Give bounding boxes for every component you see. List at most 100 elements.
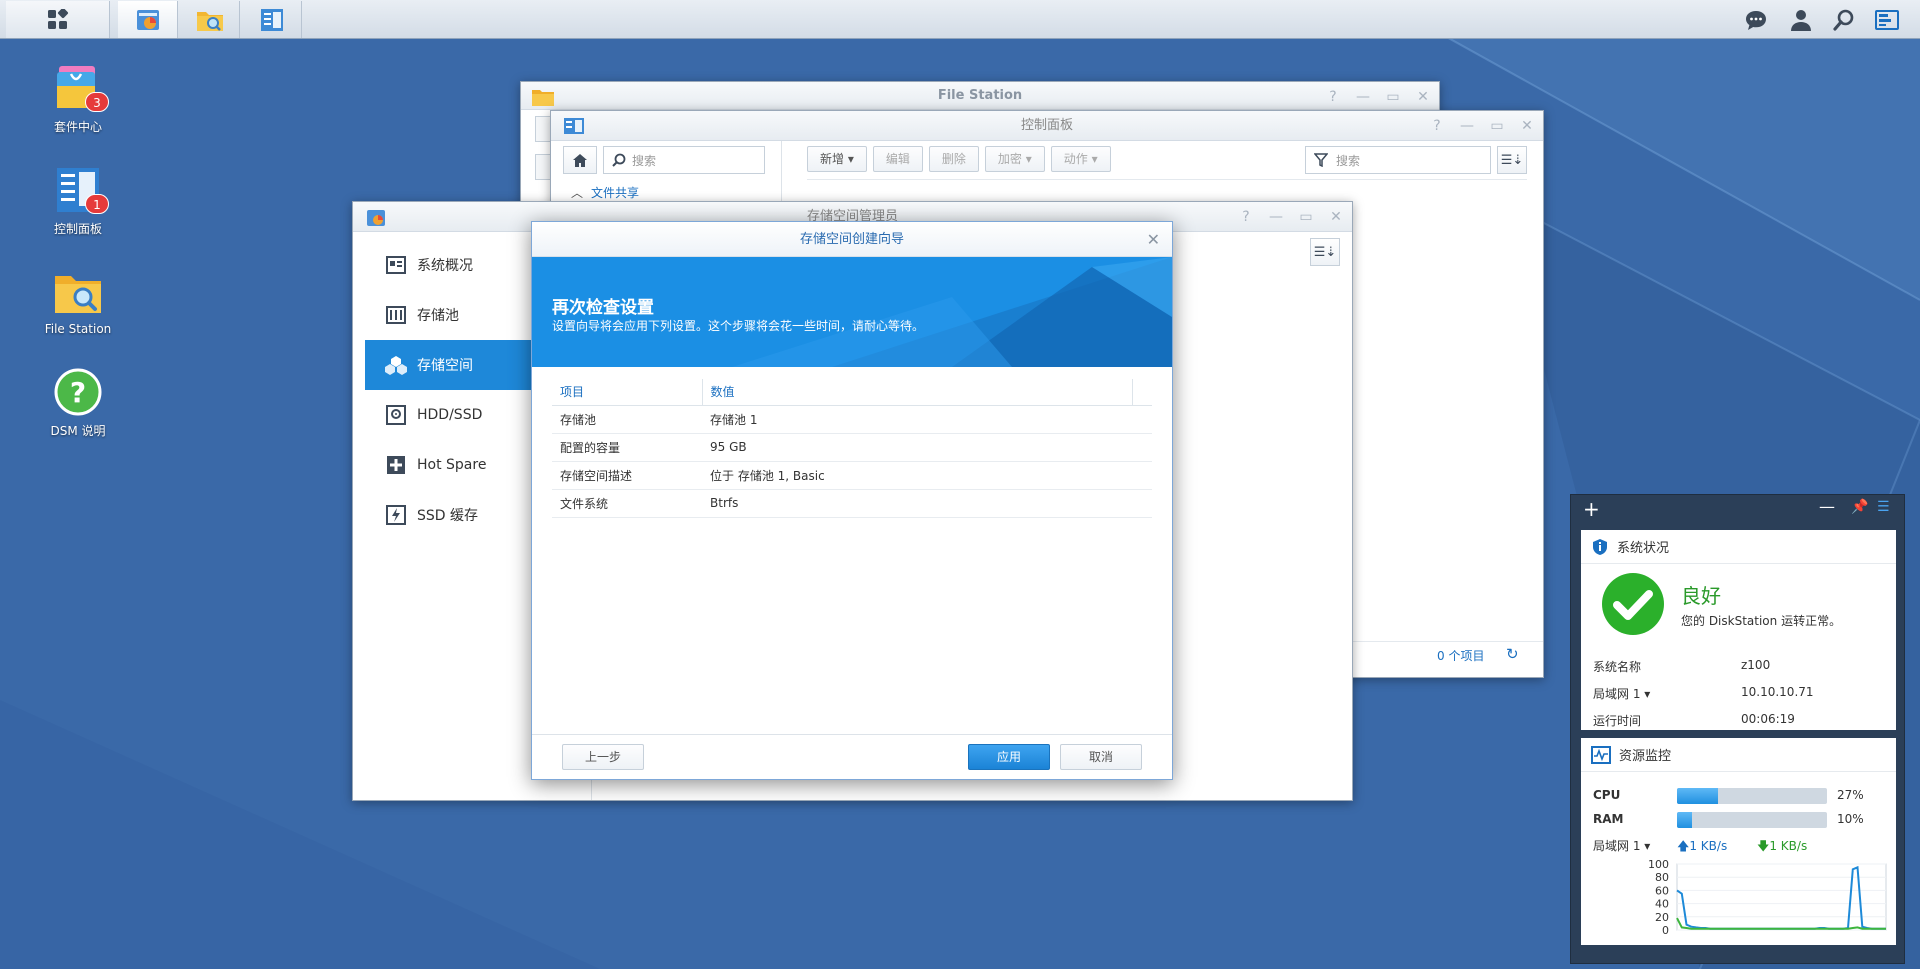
search-icon: [612, 153, 626, 167]
wizard-titlebar[interactable]: 存储空间创建向导 ✕: [532, 222, 1172, 257]
taskbar-file-station[interactable]: [180, 1, 240, 38]
sidebar-item-label: Hot Spare: [417, 457, 487, 473]
maximize-button[interactable]: ▭: [1385, 83, 1401, 111]
key-lan[interactable]: 局域网 1 ▾: [1593, 685, 1650, 702]
volume-icon: [385, 354, 407, 376]
sort-button[interactable]: ☰⇣: [1497, 146, 1527, 174]
settings-table: 项目 数值 存储池 存储池 1 配置的容量 95 GB 存储空间描述 位于 存储…: [552, 379, 1152, 518]
minimize-icon[interactable]: —: [1819, 497, 1835, 516]
new-button[interactable]: 新增 ▾: [807, 146, 867, 172]
desktop-icon-file-station[interactable]: File Station: [28, 266, 128, 336]
table-header-row: 项目 数值: [552, 379, 1152, 406]
section-file-sharing[interactable]: ︿ 文件共享: [563, 181, 763, 203]
sidebar-item-label: 系统概况: [417, 258, 473, 274]
refresh-icon[interactable]: ↻: [1506, 645, 1519, 663]
hdd-icon: [385, 404, 407, 426]
help-button[interactable]: ?: [1429, 111, 1445, 141]
key-system-name: 系统名称: [1593, 660, 1642, 674]
ssd-cache-icon: [385, 504, 407, 526]
chat-button[interactable]: [1735, 0, 1777, 39]
storage-manager-icon: [136, 9, 159, 30]
wizard-subheading: 设置向导将会应用下列设置。这个步骤将会花一些时间，请耐心等待。: [552, 319, 925, 333]
widgets-icon[interactable]: ☰: [1877, 499, 1890, 515]
taskbar: [0, 0, 1920, 39]
desktop-icon-package-center[interactable]: 3 套件中心: [28, 62, 128, 135]
control-panel-toolbar: 新增 ▾ 编辑 删除 加密 ▾ 动作 ▾: [807, 146, 1111, 172]
item-count: 0 个项目: [1437, 649, 1485, 663]
home-icon: [573, 153, 587, 167]
delete-button[interactable]: 删除: [928, 146, 979, 172]
filter-icon: [1314, 153, 1328, 167]
table-row[interactable]: 文件系统 Btrfs: [552, 489, 1152, 518]
apply-button[interactable]: 应用: [968, 744, 1050, 770]
minimize-button[interactable]: —: [1459, 111, 1475, 141]
storage-pool-icon: [385, 304, 407, 326]
maximize-button[interactable]: ▭: [1298, 202, 1314, 232]
control-panel-badge: 1: [85, 194, 109, 214]
column-header-item[interactable]: 项目: [552, 379, 703, 406]
close-button[interactable]: ✕: [1519, 111, 1535, 141]
sort-button[interactable]: ☰⇣: [1310, 238, 1340, 266]
value-uptime: 00:06:19: [1741, 712, 1795, 726]
widget-toolbar: + — 📌 ☰: [1571, 495, 1904, 523]
minimize-button[interactable]: —: [1355, 83, 1371, 111]
taskbar-control-panel[interactable]: [242, 1, 302, 38]
column-header-value[interactable]: 数值: [702, 379, 1133, 406]
section-label: 文件共享: [591, 185, 640, 200]
minimize-button[interactable]: —: [1268, 202, 1284, 232]
pin-icon[interactable]: 📌: [1851, 499, 1868, 515]
filter-field[interactable]: 搜索: [1305, 146, 1491, 174]
download-rate: 🡇1 KB/s: [1757, 839, 1808, 853]
main-menu-button[interactable]: [6, 1, 110, 38]
close-icon[interactable]: ✕: [1147, 222, 1160, 257]
lan-selector[interactable]: 局域网 1 ▾: [1593, 837, 1650, 854]
close-button[interactable]: ✕: [1328, 202, 1344, 232]
help-button[interactable]: ?: [1325, 83, 1341, 111]
wizard-footer: 上一步 应用 取消: [532, 734, 1172, 779]
back-button[interactable]: 上一步: [562, 744, 644, 770]
table-row[interactable]: 存储池 存储池 1: [552, 405, 1152, 434]
widget-title: 系统状况: [1617, 541, 1670, 556]
file-station-icon: [196, 11, 223, 31]
sort-icon: ☰⇣: [1313, 244, 1337, 260]
control-panel-titlebar[interactable]: 控制面板 ? — ▭ ✕: [551, 111, 1543, 141]
main-menu-icon: [47, 8, 68, 29]
sidebar-item-label: HDD/SSD: [417, 407, 483, 423]
row-value: Btrfs: [702, 489, 1152, 518]
encrypt-button[interactable]: 加密 ▾: [984, 146, 1045, 172]
y-tick-label: 40: [1655, 898, 1669, 911]
y-tick-label: 0: [1662, 924, 1669, 937]
svg-text:?: ?: [70, 376, 86, 409]
cpu-value: 27%: [1837, 788, 1864, 802]
help-button[interactable]: ?: [1238, 202, 1254, 232]
taskbar-storage-manager[interactable]: [118, 1, 178, 38]
search-icon: [1833, 9, 1854, 31]
row-key: 存储空间描述: [552, 461, 702, 490]
sidebar-item-label: 存储空间: [417, 358, 473, 374]
value-system-name: z100: [1741, 658, 1771, 672]
maximize-button[interactable]: ▭: [1489, 111, 1505, 141]
widgets-button[interactable]: [1866, 0, 1908, 39]
row-key: 文件系统: [552, 489, 702, 518]
row-value: 95 GB: [702, 433, 1152, 462]
home-button[interactable]: [563, 146, 597, 174]
desktop-icon-dsm-help[interactable]: ? DSM 说明: [28, 366, 128, 439]
chevron-up-icon: ︿: [571, 185, 584, 200]
add-widget-icon[interactable]: +: [1583, 497, 1600, 521]
search-field[interactable]: 搜索: [603, 146, 765, 174]
window-title: 控制面板: [1020, 118, 1073, 133]
control-panel-icon: [564, 118, 584, 134]
y-tick-label: 60: [1655, 884, 1669, 897]
cancel-button[interactable]: 取消: [1060, 744, 1142, 770]
edit-button[interactable]: 编辑: [872, 146, 923, 172]
desktop-icon-control-panel[interactable]: 1 控制面板: [28, 164, 128, 237]
table-row[interactable]: 配置的容量 95 GB: [552, 433, 1152, 462]
wizard-title: 存储空间创建向导: [799, 232, 904, 247]
file-station-titlebar[interactable]: File Station ? — ▭ ✕: [521, 82, 1439, 110]
key-uptime: 运行时间: [1593, 714, 1642, 728]
user-button[interactable]: [1780, 0, 1822, 39]
close-button[interactable]: ✕: [1415, 83, 1431, 111]
action-button[interactable]: 动作 ▾: [1050, 146, 1111, 172]
table-row[interactable]: 存储空间描述 位于 存储池 1, Basic: [552, 461, 1152, 490]
search-button[interactable]: [1823, 0, 1865, 39]
